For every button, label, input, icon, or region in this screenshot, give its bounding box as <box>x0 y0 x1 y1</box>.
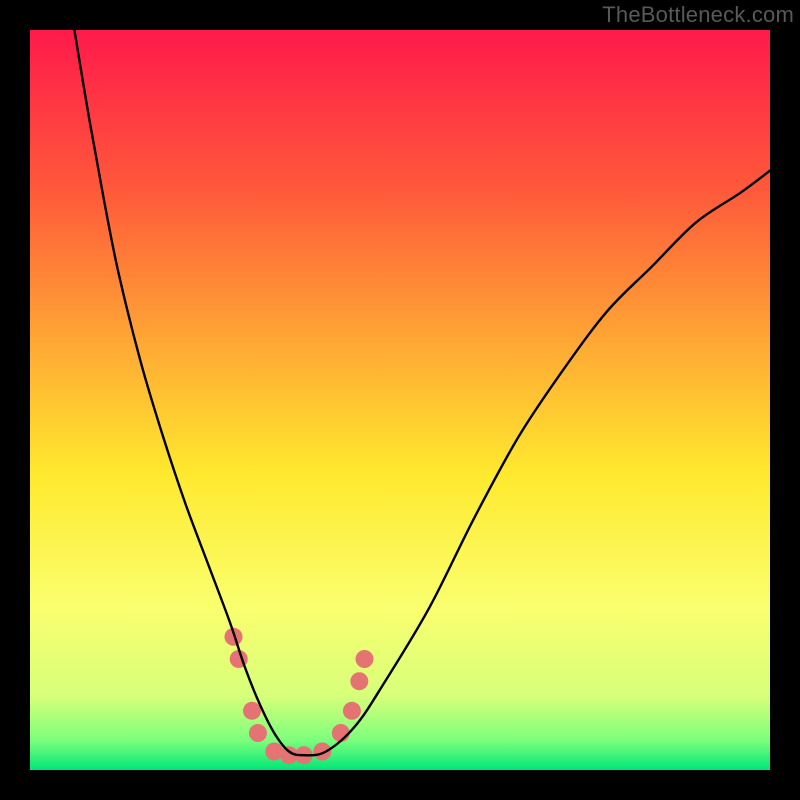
plot-area <box>30 30 770 770</box>
watermark-text: TheBottleneck.com <box>602 2 794 28</box>
chart-frame: TheBottleneck.com <box>0 0 800 800</box>
highlight-dot <box>350 672 368 690</box>
highlight-dot <box>249 724 267 742</box>
highlight-dot <box>243 702 261 720</box>
chart-svg <box>30 30 770 770</box>
highlight-dot <box>313 743 331 761</box>
highlight-dot <box>355 650 373 668</box>
highlight-dot <box>343 702 361 720</box>
